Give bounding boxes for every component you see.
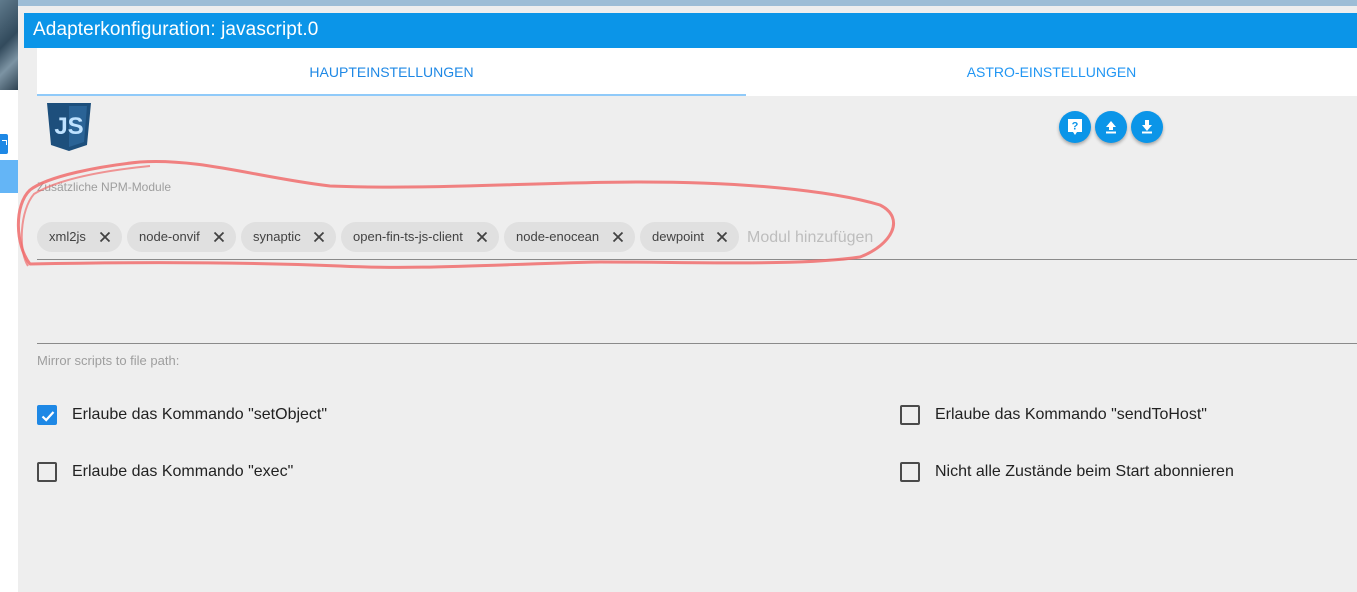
close-icon[interactable] (716, 231, 728, 243)
close-icon[interactable] (99, 231, 111, 243)
mirror-path-underline (37, 343, 1357, 344)
module-chip[interactable]: node-enocean (504, 222, 635, 252)
tab-bar: HAUPTEINSTELLUNGEN ASTRO-EINSTELLUNGEN (37, 48, 1357, 96)
module-chip[interactable]: dewpoint (640, 222, 739, 252)
npm-modules-label: Zusätzliche NPM-Module (37, 180, 172, 194)
checkbox-label: Erlaube das Kommando "sendToHost" (935, 406, 1207, 423)
checkbox-unchecked[interactable] (900, 405, 920, 425)
checkbox-label: Erlaube das Kommando "setObject" (72, 406, 328, 423)
logo-text: JS (54, 113, 83, 140)
checkbox-label: Erlaube das Kommando "exec" (72, 463, 294, 480)
checkbox-label: Nicht alle Zustände beim Start abonniere… (935, 463, 1234, 480)
chip-label: dewpoint (652, 229, 705, 244)
checkbox-checked[interactable] (37, 405, 57, 425)
javascript-logo: JS (47, 103, 91, 151)
chip-label: node-onvif (139, 229, 200, 244)
collapse-tab-button[interactable] (0, 134, 8, 154)
download-icon (1142, 120, 1152, 134)
close-icon[interactable] (313, 231, 325, 243)
tab-main-settings[interactable]: HAUPTEINSTELLUNGEN (37, 48, 746, 96)
mirror-path-input[interactable] (37, 306, 1357, 342)
background-image (0, 0, 18, 90)
upload-icon (1106, 121, 1116, 134)
tab-astro-settings[interactable]: ASTRO-EINSTELLUNGEN (746, 48, 1357, 96)
add-module-input[interactable] (745, 227, 1045, 249)
checkbox-unchecked[interactable] (900, 462, 920, 482)
close-icon[interactable] (213, 231, 225, 243)
adapter-config-dialog: Adapterkonfiguration: javascript.0 HAUPT… (18, 6, 1357, 592)
sidebar-highlight (0, 160, 18, 193)
dialog-title: Adapterkonfiguration: javascript.0 (24, 13, 1357, 48)
svg-text:?: ? (1072, 121, 1079, 133)
download-button[interactable] (1131, 111, 1163, 143)
active-tab-indicator (37, 94, 746, 96)
chip-label: node-enocean (516, 229, 600, 244)
chip-label: synaptic (253, 229, 301, 244)
chip-label: xml2js (49, 229, 86, 244)
checkmark-icon (41, 411, 55, 422)
npm-modules-underline (37, 259, 1357, 260)
module-chip[interactable]: synaptic (241, 222, 336, 252)
background-app-strip (0, 0, 18, 592)
module-chip[interactable]: open-fin-ts-js-client (341, 222, 499, 252)
help-icon: ? (1068, 119, 1082, 135)
upload-button[interactable] (1095, 111, 1127, 143)
help-button[interactable]: ? (1059, 111, 1091, 143)
module-chip[interactable]: xml2js (37, 222, 122, 252)
mirror-path-label: Mirror scripts to file path: (37, 353, 180, 368)
checkbox-unchecked[interactable] (37, 462, 57, 482)
module-chip[interactable]: node-onvif (127, 222, 236, 252)
close-icon[interactable] (612, 231, 624, 243)
close-icon[interactable] (476, 231, 488, 243)
chip-label: open-fin-ts-js-client (353, 229, 463, 244)
